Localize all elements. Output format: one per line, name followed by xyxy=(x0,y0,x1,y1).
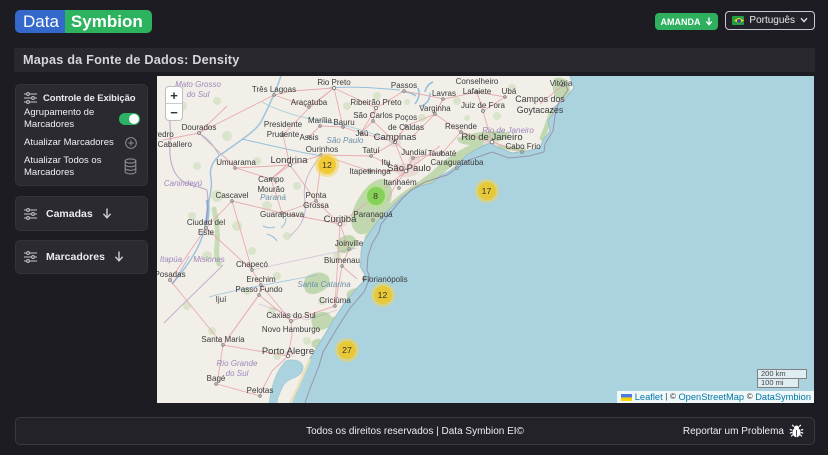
svg-text:São Paulo: São Paulo xyxy=(387,163,431,174)
svg-text:Cascavel: Cascavel xyxy=(216,191,249,200)
svg-text:Rio de Janeiro: Rio de Janeiro xyxy=(482,126,534,135)
svg-text:de Caldas: de Caldas xyxy=(388,123,424,132)
svg-text:Joinville: Joinville xyxy=(335,239,364,248)
svg-text:Este: Este xyxy=(198,228,215,237)
svg-text:Ciudad del: Ciudad del xyxy=(187,218,225,227)
svg-text:Campinas: Campinas xyxy=(374,132,417,143)
svg-text:Guarapuava: Guarapuava xyxy=(260,210,305,219)
svg-text:Bagé: Bagé xyxy=(207,374,226,383)
svg-text:Passo Fundo: Passo Fundo xyxy=(235,285,283,294)
svg-text:Ribeirão Preto: Ribeirão Preto xyxy=(350,98,402,107)
svg-text:Novo Hamburgo: Novo Hamburgo xyxy=(262,325,321,334)
svg-text:Juan Caballero: Juan Caballero xyxy=(157,140,192,149)
svg-text:Tatuí: Tatuí xyxy=(362,146,380,155)
svg-text:Poços: Poços xyxy=(395,113,417,122)
svg-text:São Carlos: São Carlos xyxy=(353,111,393,120)
svg-text:Juiz de Fora: Juiz de Fora xyxy=(461,101,506,110)
svg-text:Taubaté: Taubaté xyxy=(428,149,457,158)
svg-text:Campos dos: Campos dos xyxy=(515,94,565,104)
svg-text:Dourados: Dourados xyxy=(182,123,217,132)
svg-text:do Sul: do Sul xyxy=(187,90,210,99)
svg-text:Paraná: Paraná xyxy=(260,193,286,202)
svg-text:Itapetininga: Itapetininga xyxy=(349,167,391,176)
svg-text:Pelotas: Pelotas xyxy=(247,386,274,395)
svg-text:Rio Preto: Rio Preto xyxy=(317,78,351,87)
svg-text:Ponta: Ponta xyxy=(306,191,327,200)
svg-text:do Sul: do Sul xyxy=(226,369,249,378)
svg-text:Vitória: Vitória xyxy=(550,79,573,88)
svg-text:Três Lagoas: Três Lagoas xyxy=(252,85,296,94)
svg-text:Itanhaém: Itanhaém xyxy=(383,178,417,187)
svg-text:Araçatuba: Araçatuba xyxy=(291,98,328,107)
svg-text:Cabo Frio: Cabo Frio xyxy=(505,142,541,151)
svg-text:Marília: Marília xyxy=(308,116,333,125)
svg-text:Passos: Passos xyxy=(391,81,417,90)
svg-text:Itapúa: Itapúa xyxy=(160,255,183,264)
svg-text:Blumenau: Blumenau xyxy=(324,256,360,265)
svg-text:Presidente: Presidente xyxy=(264,120,303,129)
svg-text:Ourinhos: Ourinhos xyxy=(306,145,338,154)
svg-text:Canindeyú: Canindeyú xyxy=(164,179,203,188)
svg-text:Resende: Resende xyxy=(445,122,478,131)
svg-text:Paranaguá: Paranaguá xyxy=(353,210,393,219)
svg-text:Campo: Campo xyxy=(258,175,284,184)
svg-text:São Paulo: São Paulo xyxy=(327,136,364,145)
svg-text:Goytacazes: Goytacazes xyxy=(517,105,564,115)
svg-text:Ijuí: Ijuí xyxy=(216,295,227,304)
svg-text:Grossa: Grossa xyxy=(303,201,329,210)
svg-text:Lafaiete: Lafaiete xyxy=(463,87,492,96)
svg-text:Posadas: Posadas xyxy=(157,270,186,279)
svg-text:Umuarama: Umuarama xyxy=(216,158,256,167)
svg-text:Caraguatatuba: Caraguatatuba xyxy=(431,158,484,167)
svg-text:Varginha: Varginha xyxy=(419,104,451,113)
svg-text:Conselheiro: Conselheiro xyxy=(456,77,499,86)
svg-text:Lavras: Lavras xyxy=(432,89,456,98)
svg-text:Misiones: Misiones xyxy=(193,255,225,264)
svg-text:Criciúma: Criciúma xyxy=(319,296,351,305)
svg-text:Prudente: Prudente xyxy=(267,130,300,139)
svg-text:Bauru: Bauru xyxy=(333,118,354,127)
svg-text:Jundiaí: Jundiaí xyxy=(401,148,428,157)
svg-text:Chapecó: Chapecó xyxy=(236,260,269,269)
svg-text:Caxias do Sul: Caxias do Sul xyxy=(266,311,316,320)
svg-text:Porto Alegre: Porto Alegre xyxy=(262,346,314,357)
svg-text:Santa Maria: Santa Maria xyxy=(201,335,245,344)
svg-text:Londrina: Londrina xyxy=(271,155,309,166)
svg-text:Erechim: Erechim xyxy=(246,275,276,284)
svg-text:Pedro: Pedro xyxy=(157,130,174,139)
svg-text:Curitiba: Curitiba xyxy=(324,214,357,225)
svg-text:Rio Grande: Rio Grande xyxy=(217,359,258,368)
svg-text:Assis: Assis xyxy=(299,133,318,142)
svg-text:Santa Catarina: Santa Catarina xyxy=(297,280,351,289)
